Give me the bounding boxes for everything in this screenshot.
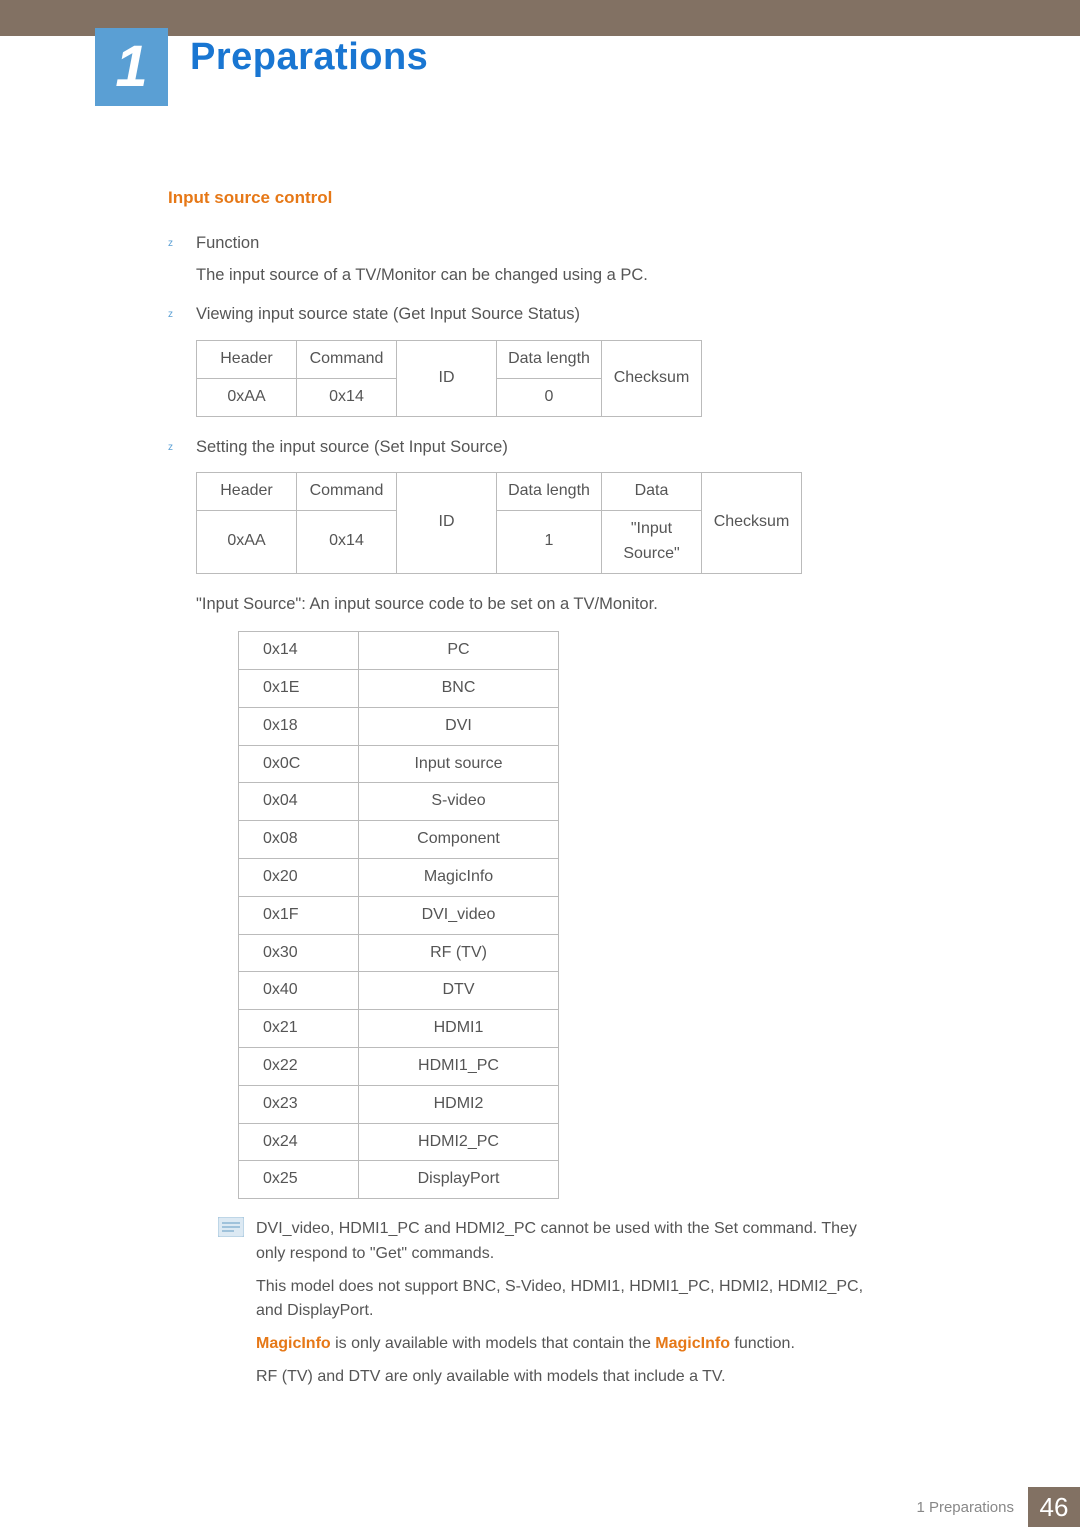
chapter-number-tab: 1 (95, 28, 168, 106)
note-3: MagicInfo is only available with models … (256, 1332, 888, 1357)
bullet-icon: z (168, 302, 196, 328)
cell-code: 0x1F (239, 896, 359, 934)
td-command-val: 0x14 (297, 378, 397, 416)
bullet-icon: z (168, 231, 196, 257)
bullet-function-desc: The input source of a TV/Monitor can be … (196, 263, 888, 289)
td-command-val: 0x14 (297, 510, 397, 573)
footer-page-number: 46 (1028, 1487, 1080, 1527)
cell-name: Input source (359, 745, 559, 783)
cell-name: S-video (359, 783, 559, 821)
cell-code: 0x08 (239, 821, 359, 859)
note-2: This model does not support BNC, S-Video… (256, 1275, 888, 1325)
cell-name: Component (359, 821, 559, 859)
td-header-val: 0xAA (197, 510, 297, 573)
input-source-codes-table: 0x14PC 0x1EBNC 0x18DVI 0x0CInput source … (238, 631, 559, 1199)
page-content: Input source control z Function The inpu… (168, 185, 888, 1398)
cell-name: BNC (359, 669, 559, 707)
desc-line: "Input Source": An input source code to … (196, 592, 888, 618)
cell-code: 0x40 (239, 972, 359, 1010)
cell-name: DVI (359, 707, 559, 745)
cell-code: 0x25 (239, 1161, 359, 1199)
cell-name: RF (TV) (359, 934, 559, 972)
th-header: Header (197, 473, 297, 511)
note-icon (218, 1217, 246, 1239)
th-checksum: Checksum (702, 473, 802, 573)
note-1: DVI_video, HDMI1_PC and HDMI2_PC cannot … (256, 1217, 888, 1267)
th-data: Data (602, 473, 702, 511)
bullet-function-label: Function (196, 231, 888, 257)
cell-code: 0x24 (239, 1123, 359, 1161)
td-datalen-val: 1 (497, 510, 602, 573)
td-datalen-val: 0 (497, 378, 602, 416)
cell-name: HDMI1 (359, 1010, 559, 1048)
cell-name: HDMI1_PC (359, 1047, 559, 1085)
cell-code: 0x22 (239, 1047, 359, 1085)
bullet-view-state: Viewing input source state (Get Input So… (196, 302, 888, 328)
cell-code: 0x1E (239, 669, 359, 707)
cell-name: HDMI2_PC (359, 1123, 559, 1161)
bullet-icon: z (168, 435, 196, 461)
bullet-set-source: Setting the input source (Set Input Sour… (196, 435, 888, 461)
th-command: Command (297, 473, 397, 511)
cell-code: 0x04 (239, 783, 359, 821)
th-command: Command (297, 341, 397, 379)
footer-chapter-label: 1 Preparations (916, 1499, 1014, 1516)
cell-name: HDMI2 (359, 1085, 559, 1123)
td-header-val: 0xAA (197, 378, 297, 416)
cell-code: 0x18 (239, 707, 359, 745)
th-datalen: Data length (497, 473, 602, 511)
cell-name: PC (359, 632, 559, 670)
th-datalen: Data length (497, 341, 602, 379)
cell-name: MagicInfo (359, 858, 559, 896)
cell-code: 0x23 (239, 1085, 359, 1123)
get-command-table: Header Command ID Data length Checksum 0… (196, 340, 702, 417)
th-id: ID (397, 473, 497, 573)
cell-name: DisplayPort (359, 1161, 559, 1199)
section-heading: Input source control (168, 185, 888, 211)
cell-code: 0x0C (239, 745, 359, 783)
page-footer: 1 Preparations 46 (916, 1487, 1080, 1527)
note-body: DVI_video, HDMI1_PC and HDMI2_PC cannot … (256, 1217, 888, 1398)
th-checksum: Checksum (602, 341, 702, 417)
cell-name: DTV (359, 972, 559, 1010)
cell-name: DVI_video (359, 896, 559, 934)
cell-code: 0x21 (239, 1010, 359, 1048)
td-data-val: "Input Source" (602, 510, 702, 573)
set-command-table: Header Command ID Data length Data Check… (196, 472, 802, 573)
note-4: RF (TV) and DTV are only available with … (256, 1365, 888, 1390)
chapter-title: Preparations (190, 36, 428, 79)
th-id: ID (397, 341, 497, 417)
cell-code: 0x20 (239, 858, 359, 896)
cell-code: 0x30 (239, 934, 359, 972)
cell-code: 0x14 (239, 632, 359, 670)
th-header: Header (197, 341, 297, 379)
